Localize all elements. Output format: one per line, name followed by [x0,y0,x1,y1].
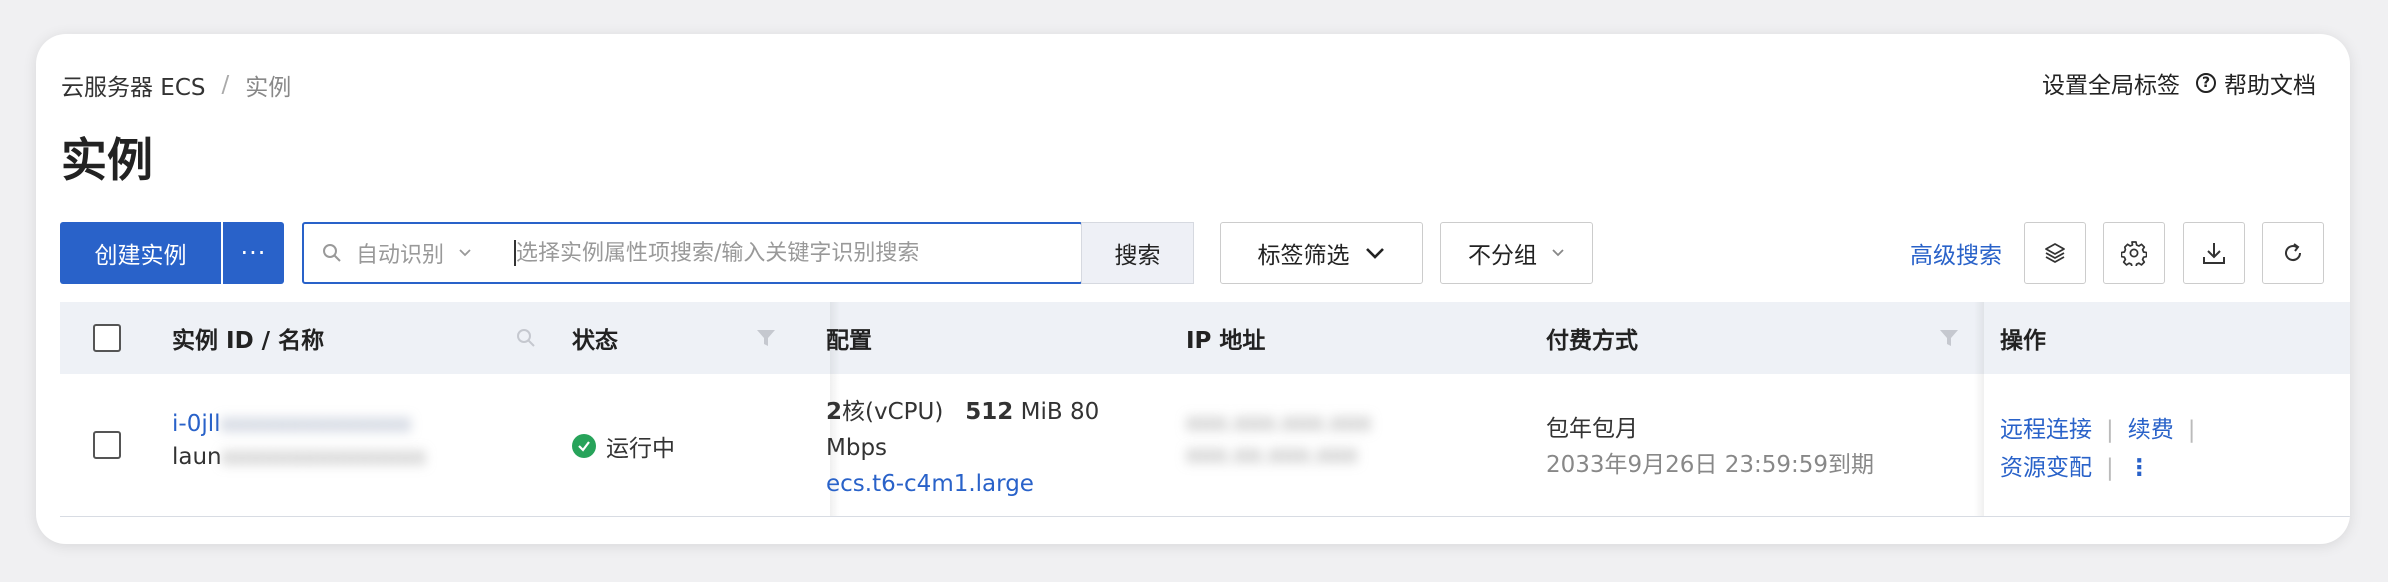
column-header-config: 配置 [826,328,872,354]
tag-filter-button[interactable]: 标签筛选 [1220,222,1423,284]
settings-button[interactable] [2103,222,2165,284]
column-header-billing: 付费方式 [1546,328,1638,354]
page-title: 实例 [61,133,153,187]
breadcrumb-root[interactable]: 云服务器 ECS [61,68,206,102]
ip-cell: xxx.xxx.xxx.xxx xxx.xx.xxx.xxx [1186,410,1371,468]
help-doc-label: 帮助文档 [2224,73,2316,99]
download-button[interactable] [2183,222,2245,284]
select-all-checkbox-cell [93,302,121,374]
action-divider: | [2106,417,2114,443]
instance-id-redacted: xxxxxxxxxxxxxx [220,411,412,437]
filter-icon[interactable] [1938,327,1960,349]
column-header-ip: IP 地址 [1186,328,1266,354]
config-cell: 2核(vCPU) 512 MiB 80 Mbps ecs.t6-c4m1.lar… [826,394,1099,502]
instance-name-cell: launxxxxxxxxxxxxxxx [172,444,426,470]
breadcrumb-current: 实例 [245,75,292,101]
search-input[interactable] [516,240,1057,266]
instance-id-cell: i-0jllxxxxxxxxxxxxxx [172,411,411,437]
chevron-down-icon [459,249,471,257]
row-checkbox-cell [93,431,121,459]
table-header: 实例 ID / 名称 状态 配置 IP 地址 付费方式 操作 [60,302,2350,375]
advanced-search-link[interactable]: 高级搜索 [1910,222,2002,284]
instance-list-card: 云服务器 ECS / 实例 设置全局标签 ? 帮助文档 实例 创建实例 ··· … [36,34,2350,544]
bandwidth-value: 80 [1069,399,1100,425]
action-divider: | [2187,417,2196,443]
tag-filter-label: 标签筛选 [1257,243,1350,269]
refresh-button[interactable] [2262,222,2324,284]
search-icon [323,244,341,262]
config-spec: 2核(vCPU) 512 MiB 80 [826,394,1099,430]
actions-cell: 远程连接 | 续费 | 资源变配 | ⋮ [2000,411,2210,487]
search-button[interactable]: 搜索 [1081,222,1194,284]
mem-value: 512 [965,399,1014,425]
renew-link[interactable]: 续费 [2128,417,2174,443]
column-search-icon[interactable] [515,327,537,349]
check-circle-icon [572,434,596,458]
layers-button[interactable] [2024,222,2086,284]
header-links: 设置全局标签 ? 帮助文档 [2042,66,2316,100]
breadcrumb-separator: / [221,72,230,98]
more-actions-button[interactable]: ··· [223,222,284,284]
remote-connect-link[interactable]: 远程连接 [2000,417,2092,443]
billing-cell: 包年包月 2033年9月26日 23:59:59到期 [1546,411,1874,483]
breadcrumb: 云服务器 ECS / 实例 [61,68,291,102]
billing-type: 包年包月 [1546,416,1638,442]
refresh-icon [2285,243,2302,262]
instance-name-redacted: xxxxxxxxxxxxxxx [221,444,426,470]
group-select[interactable]: 不分组 [1440,222,1593,284]
download-icon [2203,243,2225,264]
column-header-status: 状态 [572,328,618,354]
group-select-label: 不分组 [1468,243,1537,269]
column-header-instance: 实例 ID / 名称 [172,328,325,354]
help-circle-icon: ? [2196,73,2216,93]
instance-name: laun [172,444,222,470]
chevron-down-icon [1365,248,1384,259]
expiry-date: 2033年9月26日 23:59:59到期 [1546,452,1875,478]
more-vertical-icon[interactable]: ⋮ [2128,455,2151,481]
column-divider [1974,374,1984,516]
bandwidth-unit: Mbps [826,435,888,461]
create-instance-button[interactable]: 创建实例 [60,222,221,284]
ip-public-redacted: xxx.xxx.xxx.xxx [1186,410,1372,436]
column-divider [1974,302,1984,374]
resource-change-link[interactable]: 资源变配 [2000,455,2092,481]
action-divider: | [2106,455,2114,481]
table-row: i-0jllxxxxxxxxxxxxxx launxxxxxxxxxxxxxxx… [60,374,2350,517]
help-doc-link[interactable]: ? 帮助文档 [2196,66,2316,100]
search-mode-label: 自动识别 [356,243,445,268]
status-cell: 运行中 [572,429,675,463]
ip-private-redacted: xxx.xx.xxx.xxx [1186,442,1358,468]
search-mode-select[interactable]: 自动识别 [356,237,472,269]
cpu-unit: 核(vCPU) [842,399,944,425]
cpu-value: 2 [826,399,843,425]
global-tags-link[interactable]: 设置全局标签 [2042,66,2180,100]
filter-icon[interactable] [755,327,777,349]
instance-id-link[interactable]: i-0jll [172,411,221,437]
search-box: 自动识别 [302,222,1083,284]
chevron-down-icon [1552,249,1564,257]
gear-icon [2121,241,2147,266]
status-running: 运行中 [572,429,675,463]
status-label: 运行中 [606,436,675,462]
mem-unit: MiB [1020,399,1063,425]
instance-type-link[interactable]: ecs.t6-c4m1.large [826,466,1099,502]
select-all-checkbox[interactable] [93,324,121,352]
row-checkbox[interactable] [93,431,121,459]
layers-icon [2045,243,2065,263]
column-header-actions: 操作 [2000,328,2046,354]
